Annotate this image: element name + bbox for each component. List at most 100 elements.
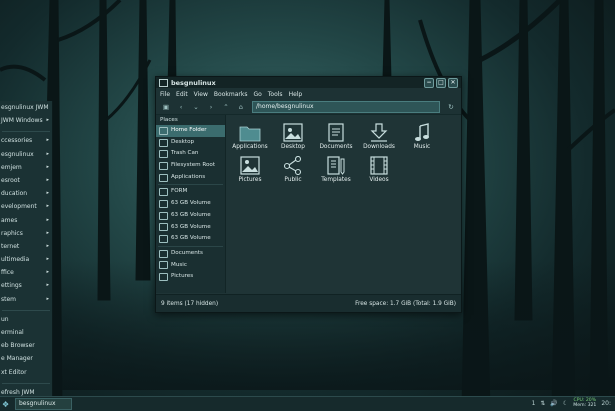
- sidebar-item[interactable]: FORM: [156, 186, 225, 198]
- sidebar-item[interactable]: 63 GB Volume: [156, 233, 225, 245]
- maximize-button[interactable]: □: [436, 78, 446, 88]
- menu-bar: File Edit View Bookmarks Go Tools Help: [156, 88, 461, 100]
- menu-item[interactable]: un: [0, 313, 52, 326]
- menu-help[interactable]: Help: [289, 91, 303, 98]
- window-icon: [159, 78, 168, 87]
- sidebar-item-label: 63 GB Volume: [171, 223, 211, 230]
- file-item[interactable]: Pictures: [229, 156, 271, 183]
- tray-number[interactable]: 1: [532, 400, 536, 407]
- folder-icon: [159, 161, 168, 170]
- file-item[interactable]: Templates: [315, 156, 357, 183]
- sidebar-item[interactable]: 63 GB Volume: [156, 198, 225, 210]
- menu-tools[interactable]: Tools: [268, 91, 283, 98]
- menu-item[interactable]: ducation ▸: [0, 187, 52, 200]
- sidebar-item-label: Filesystem Root: [171, 162, 216, 169]
- sidebar-item[interactable]: Home Folder: [156, 125, 225, 137]
- submenu-arrow-icon: ▸: [46, 203, 49, 210]
- sidebar-item[interactable]: Filesystem Root: [156, 160, 225, 172]
- sidebar-item[interactable]: 63 GB Volume: [156, 210, 225, 222]
- menu-item-label: un: [1, 315, 9, 323]
- file-item[interactable]: Public: [272, 155, 314, 183]
- file-item[interactable]: Desktop: [272, 123, 314, 150]
- menu-item[interactable]: ultimedia ▸: [0, 253, 52, 266]
- sidebar-item[interactable]: Documents: [156, 248, 225, 260]
- menu-item[interactable]: erminal: [0, 326, 52, 339]
- videos-icon: [368, 156, 390, 175]
- history-dropdown-icon[interactable]: ⌄: [190, 102, 202, 113]
- brightness-icon[interactable]: ☾: [563, 400, 568, 407]
- file-item[interactable]: Applications: [229, 123, 271, 150]
- menu-file[interactable]: File: [160, 91, 170, 98]
- toolbar: ▣ ‹ ⌄ › ⌃ ⌂ /home/besgnulinux ↻: [156, 100, 461, 115]
- memory-usage: Mem: 321: [573, 403, 597, 408]
- menu-item-label: JWM Windows: [1, 117, 43, 125]
- sidebar-item-label: 63 GB Volume: [171, 211, 211, 218]
- close-button[interactable]: ✕: [448, 78, 458, 88]
- menu-item[interactable]: ccessories ▸: [0, 134, 52, 147]
- back-icon[interactable]: ‹: [175, 102, 187, 113]
- menu-item[interactable]: esroot ▸: [0, 174, 52, 187]
- home-icon[interactable]: ⌂: [235, 102, 247, 113]
- menu-item[interactable]: ettings ▸: [0, 279, 52, 292]
- menu-item-label: esgnulinux JWM: [1, 104, 49, 111]
- sidebar-item[interactable]: Desktop: [156, 137, 225, 149]
- file-grid: Applications Desktop Documents Downloads Mus…: [226, 115, 461, 293]
- trash-icon: [159, 150, 168, 159]
- menu-item[interactable]: evelopment ▸: [0, 200, 52, 213]
- menu-item[interactable]: emjem ▸: [0, 161, 52, 174]
- sidebar-item[interactable]: Trash Can: [156, 148, 225, 160]
- menu-item[interactable]: ames ▸: [0, 214, 52, 227]
- menu-edit[interactable]: Edit: [176, 91, 188, 98]
- sidebar-item[interactable]: Music: [156, 260, 225, 272]
- submenu-arrow-icon: ▸: [46, 117, 49, 124]
- minimize-button[interactable]: −: [424, 78, 434, 88]
- title-bar[interactable]: besgnulinux − □ ✕: [156, 77, 461, 88]
- menu-item[interactable]: raphics ▸: [0, 227, 52, 240]
- taskbar-task-button[interactable]: besgnulinux: [15, 398, 72, 410]
- menu-item[interactable]: xt Editor: [0, 366, 52, 379]
- menu-item[interactable]: eb Browser: [0, 339, 52, 352]
- file-item-label: Pictures: [238, 177, 262, 183]
- forward-icon[interactable]: ›: [205, 102, 217, 113]
- sidebar-item[interactable]: Applications: [156, 172, 225, 184]
- file-item-label: Documents: [319, 144, 353, 150]
- menu-go[interactable]: Go: [253, 91, 261, 98]
- menu-item[interactable]: esgnulinux ▸: [0, 148, 52, 161]
- sidebar-item-label: Pictures: [171, 273, 194, 280]
- file-item[interactable]: Downloads: [358, 123, 400, 150]
- menu-item[interactable]: JWM Windows ▸: [0, 114, 52, 127]
- file-item[interactable]: Videos: [358, 156, 400, 183]
- menu-item[interactable]: e Manager: [0, 352, 52, 365]
- new-tab-icon[interactable]: ▣: [160, 102, 172, 113]
- up-icon[interactable]: ⌃: [220, 102, 232, 113]
- file-item[interactable]: Documents: [315, 123, 357, 150]
- submenu-arrow-icon: ▸: [46, 190, 49, 197]
- menu-bookmarks[interactable]: Bookmarks: [214, 91, 248, 98]
- start-menu-icon[interactable]: ❖: [2, 400, 11, 409]
- menu-item[interactable]: ternet ▸: [0, 240, 52, 253]
- menu-item-label: esroot: [1, 176, 20, 184]
- menu-item[interactable]: stem ▸: [0, 293, 52, 306]
- documents-icon: [325, 123, 347, 142]
- item-count: 9 items (17 hidden): [161, 300, 219, 307]
- drive-icon: [159, 188, 168, 197]
- submenu-arrow-icon: ▸: [46, 163, 49, 170]
- menu-item-label: e Manager: [1, 355, 33, 363]
- clock[interactable]: 20:: [601, 400, 611, 407]
- sidebar-item[interactable]: Pictures: [156, 271, 225, 283]
- menu-item-label: ducation: [1, 190, 28, 198]
- menu-view[interactable]: View: [194, 91, 208, 98]
- menu-item[interactable]: esgnulinux JWM: [0, 101, 52, 114]
- volume-icon[interactable]: 🔊: [550, 400, 557, 407]
- sidebar-item-label: Applications: [171, 173, 206, 180]
- menu-separator: [2, 308, 50, 311]
- file-item[interactable]: Music: [401, 123, 443, 150]
- menu-item-label: evelopment: [1, 203, 37, 211]
- network-icon[interactable]: ⇅: [540, 400, 545, 407]
- menu-item[interactable]: ffice ▸: [0, 266, 52, 279]
- sidebar-item[interactable]: 63 GB Volume: [156, 222, 225, 234]
- submenu-arrow-icon: ▸: [46, 269, 49, 276]
- path-bar[interactable]: /home/besgnulinux: [252, 101, 440, 113]
- go-refresh-icon[interactable]: ↻: [445, 102, 457, 113]
- file-item-label: Templates: [321, 177, 351, 183]
